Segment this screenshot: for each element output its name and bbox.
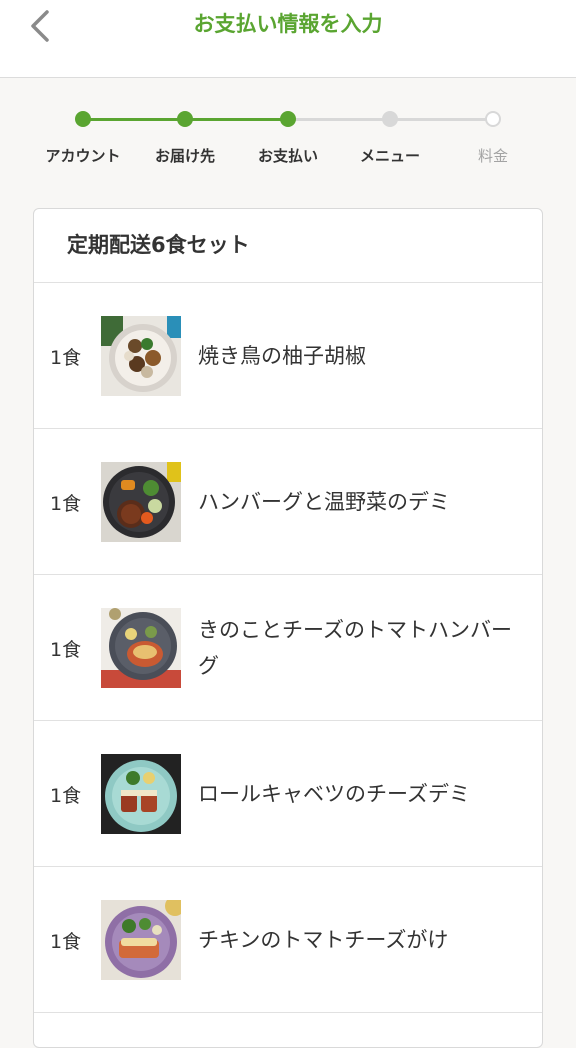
meal-name: きのことチーズのトマトハンバーグ [198, 618, 512, 678]
meal-name: 焼き鳥の柚子胡椒 [198, 344, 366, 368]
step-label-menu: メニュー [359, 147, 420, 165]
meal-quantity: 1食 [50, 638, 82, 661]
meal-thumbnail [101, 900, 181, 980]
meal-thumbnail [101, 754, 181, 834]
step-dot-delivery [177, 111, 193, 127]
meal-quantity: 1食 [50, 930, 82, 953]
plan-card: 定期配送6食セット 1食 焼き鳥の柚子胡椒 1食 ハンバーグと温野菜のデミ 1食… [33, 208, 543, 1048]
meal-item: 1食 焼き鳥の柚子胡椒 [34, 283, 542, 429]
meal-name: チキンのトマトチーズがけ [198, 928, 449, 952]
meal-name: ハンバーグと温野菜のデミ [198, 490, 450, 514]
app-header: お支払い情報を入力 [0, 0, 576, 78]
step-label-payment: お支払い [257, 147, 318, 165]
meal-thumbnail [101, 316, 181, 396]
page-title: お支払い情報を入力 [193, 12, 383, 36]
meal-item: 1食 きのことチーズのトマトハンバーグ [34, 575, 542, 721]
meal-thumbnail [101, 608, 181, 688]
step-label-delivery: お届け先 [154, 147, 215, 165]
step-dot-menu [382, 111, 398, 127]
step-label-price: 料金 [477, 147, 508, 165]
meal-thumbnail [101, 462, 181, 542]
progress-stepper: アカウント お届け先 お支払い メニュー 料金 [0, 108, 576, 168]
meal-name: ロールキャベツのチーズデミ [198, 782, 470, 806]
meal-item: 1食 ロールキャベツのチーズデミ [34, 721, 542, 867]
step-dot-account [75, 111, 91, 127]
meal-quantity: 1食 [50, 784, 82, 807]
step-dot-payment [280, 111, 296, 127]
meal-item: 1食 ハンバーグと温野菜のデミ [34, 429, 542, 575]
plan-title: 定期配送6食セット [34, 209, 542, 283]
meal-item: 1食 チキンのトマトチーズがけ [34, 867, 542, 1013]
meal-quantity: 1食 [50, 346, 82, 369]
step-label-account: アカウント [45, 147, 121, 165]
step-dot-price [485, 111, 501, 127]
meal-quantity: 1食 [50, 492, 82, 515]
